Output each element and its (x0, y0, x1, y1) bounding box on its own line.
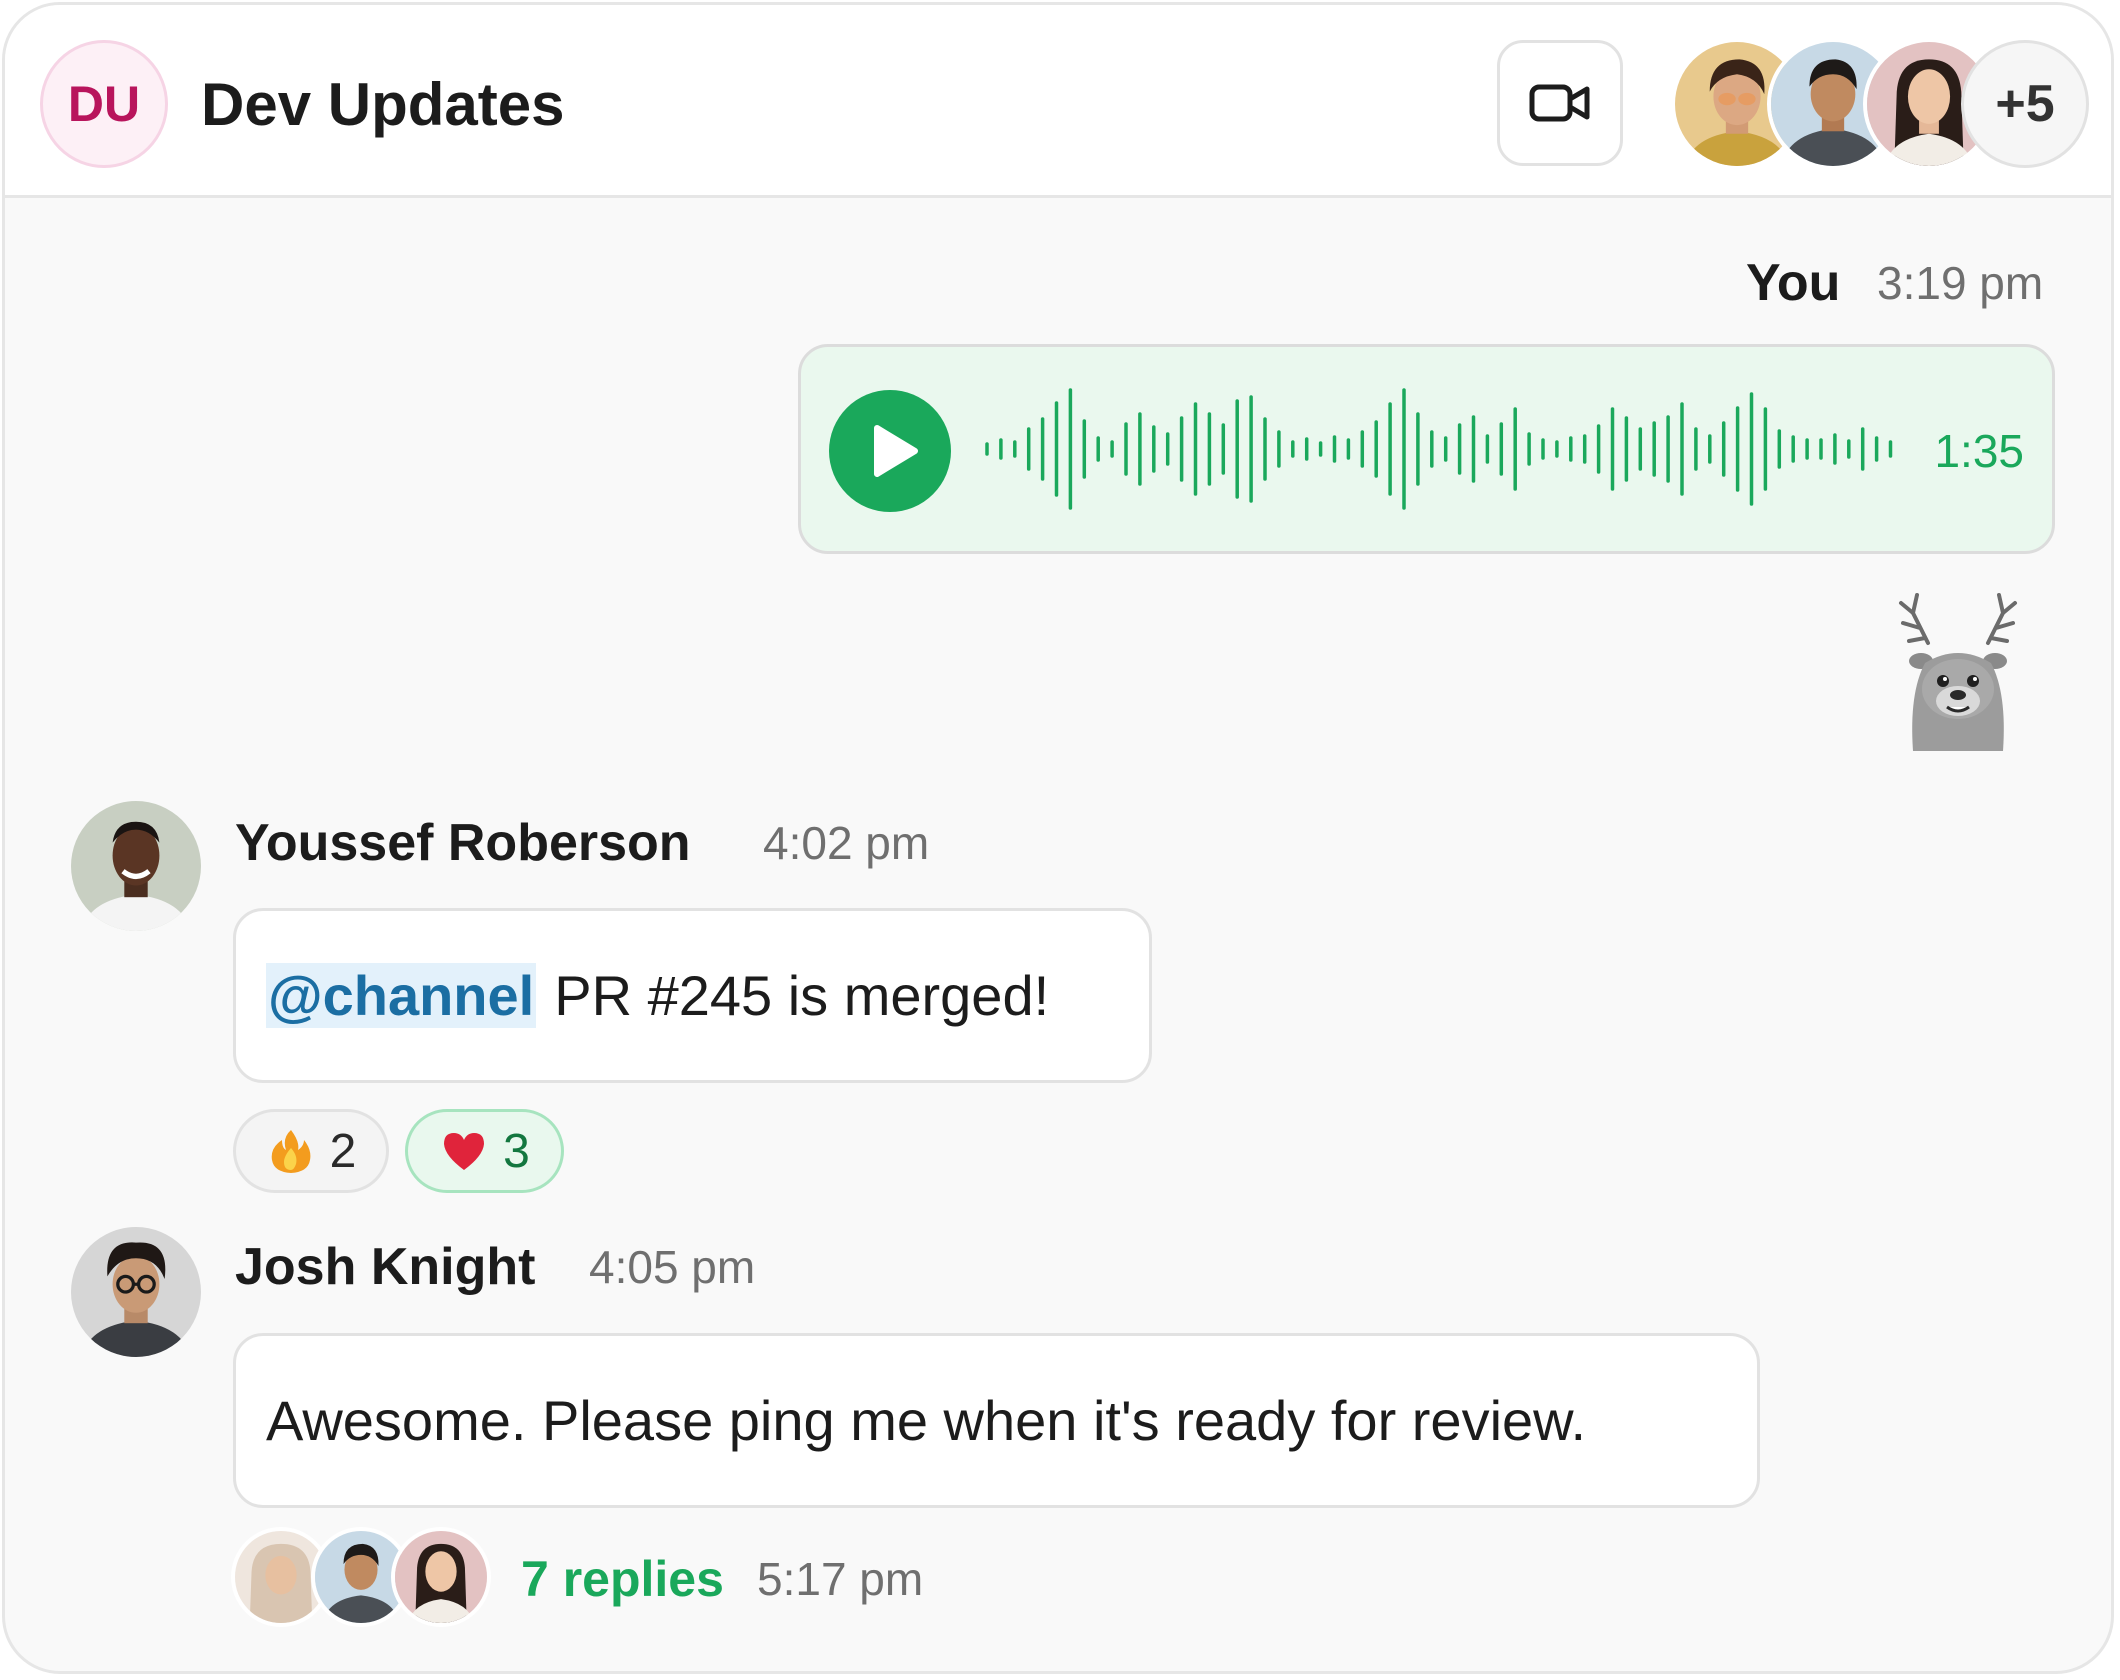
channel-header: DU Dev Updates +5 (5, 5, 2111, 198)
last-reply-timestamp: 5:17 pm (757, 1553, 924, 1605)
message-bubble: @channel PR #245 is merged! (233, 908, 1152, 1083)
audio-waveform[interactable] (981, 387, 1911, 511)
message-text: Awesome. Please ping me when it's ready … (266, 1389, 1587, 1452)
reaction-count: 2 (329, 1124, 357, 1178)
message-text: PR #245 is merged! (554, 964, 1050, 1027)
video-camera-icon (1529, 84, 1590, 122)
play-button[interactable] (829, 390, 951, 512)
thread-replies-link[interactable]: 7 replies (521, 1547, 724, 1611)
reindeer-sticker (1899, 593, 2017, 751)
message-bubble: Awesome. Please ping me when it's ready … (233, 1333, 1760, 1508)
message-timestamp: 3:19 pm (1877, 257, 2044, 309)
voice-message: 1:35 (798, 344, 2055, 554)
sender-name: Youssef Roberson (235, 814, 691, 872)
reaction-count: 3 (503, 1124, 530, 1178)
sender-name: Josh Knight (235, 1238, 536, 1296)
sender-avatar[interactable] (71, 1227, 201, 1357)
video-call-button[interactable] (1497, 40, 1623, 166)
reply-avatar[interactable] (391, 1527, 491, 1627)
more-members-count[interactable]: +5 (1961, 40, 2089, 168)
sender-name: You (1746, 254, 1841, 312)
channel-avatar: DU (40, 40, 168, 168)
channel-title: Dev Updates (201, 71, 565, 138)
sender-avatar[interactable] (71, 801, 201, 931)
voice-duration: 1:35 (1934, 425, 2024, 477)
reaction-fire[interactable]: 2 (233, 1109, 389, 1193)
heart-emoji (444, 1133, 485, 1170)
chat-window: DU Dev Updates +5 You 3:19 pm 1:35 Youss… (2, 2, 2114, 1674)
channel-mention[interactable]: @channel (266, 963, 537, 1028)
message-timestamp: 4:02 pm (763, 817, 930, 869)
reaction-heart[interactable]: 3 (405, 1109, 564, 1193)
fire-emoji (271, 1130, 311, 1173)
play-icon (874, 425, 918, 477)
message-timestamp: 4:05 pm (589, 1241, 756, 1293)
